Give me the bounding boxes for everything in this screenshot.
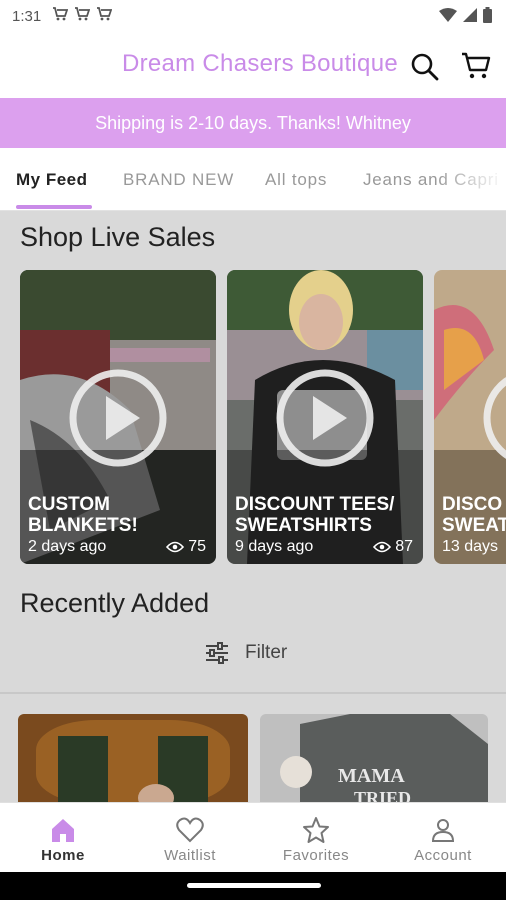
star-icon	[303, 817, 329, 843]
person-icon	[431, 819, 455, 842]
active-tab-indicator	[16, 205, 92, 209]
home-icon	[52, 819, 74, 842]
wifi-icon	[439, 8, 457, 22]
section-divider	[0, 692, 506, 694]
nav-waitlist[interactable]: Waitlist	[127, 803, 253, 873]
live-sales-title: Shop Live Sales	[20, 222, 216, 252]
product-image: MAMA TRIED	[260, 714, 488, 804]
bottom-navigation: Home Waitlist Favorites Account	[0, 802, 506, 873]
category-tabs: My Feed BRAND NEW All tops Jeans and Cap…	[0, 148, 506, 211]
app-header: Dream Chasers Boutique	[0, 34, 506, 98]
live-sale-title: CUSTOM BLANKETS!	[28, 494, 138, 536]
nav-home[interactable]: Home	[0, 803, 126, 873]
brand-title: Dream Chasers Boutique	[121, 50, 398, 77]
shipping-banner: Shipping is 2-10 days. Thanks! Whitney	[0, 98, 506, 148]
live-sale-title: DISCO SWEAT	[442, 494, 506, 536]
home-indicator[interactable]	[187, 883, 321, 888]
filter-label: Filter	[245, 642, 288, 663]
cart-icon[interactable]	[460, 50, 492, 82]
cart-notification-icon	[75, 7, 90, 21]
live-sale-date: 13 days	[442, 538, 499, 555]
product-image	[18, 714, 248, 804]
product-card[interactable]: MAMA TRIED	[260, 714, 488, 804]
live-sale-views: 75	[166, 538, 206, 556]
svg-text:MAMA: MAMA	[338, 765, 405, 787]
status-bar: 1:31	[0, 0, 506, 34]
cart-notification-icon	[97, 7, 112, 21]
live-sale-card[interactable]: CUSTOM BLANKETS! 2 days ago 75	[20, 270, 216, 564]
play-icon[interactable]	[482, 368, 506, 468]
live-sale-views: 87	[373, 538, 413, 556]
status-time: 1:31	[12, 8, 42, 25]
live-sale-date: 9 days ago	[235, 538, 314, 555]
nav-favorites[interactable]: Favorites	[253, 803, 379, 873]
tab-all-tops[interactable]: All tops	[265, 170, 327, 190]
product-card[interactable]	[18, 714, 248, 804]
cart-notification-icon	[53, 7, 68, 21]
tab-my-feed[interactable]: My Feed	[16, 170, 88, 190]
live-sale-card[interactable]: DISCO SWEAT 13 days	[434, 270, 506, 564]
live-sale-title: DISCOUNT TEES/ SWEATSHIRTS	[235, 494, 395, 536]
gesture-bar	[0, 872, 506, 900]
play-icon[interactable]	[68, 368, 168, 468]
live-sale-date: 2 days ago	[28, 538, 107, 555]
play-icon[interactable]	[275, 368, 375, 468]
signal-icon	[463, 8, 477, 22]
live-sale-card[interactable]: DISCOUNT TEES/ SWEATSHIRTS 9 days ago 87	[227, 270, 423, 564]
search-icon[interactable]	[410, 52, 440, 82]
filter-button[interactable]: Filter	[205, 642, 287, 664]
heart-icon	[176, 817, 204, 843]
eye-icon	[166, 541, 185, 553]
tab-brand-new[interactable]: BRAND NEW	[123, 170, 234, 190]
eye-icon	[373, 541, 392, 553]
battery-icon	[483, 7, 492, 23]
nav-account[interactable]: Account	[380, 803, 506, 873]
recently-added-title: Recently Added	[20, 588, 210, 618]
notification-icons	[52, 6, 112, 22]
sliders-icon	[206, 642, 228, 664]
